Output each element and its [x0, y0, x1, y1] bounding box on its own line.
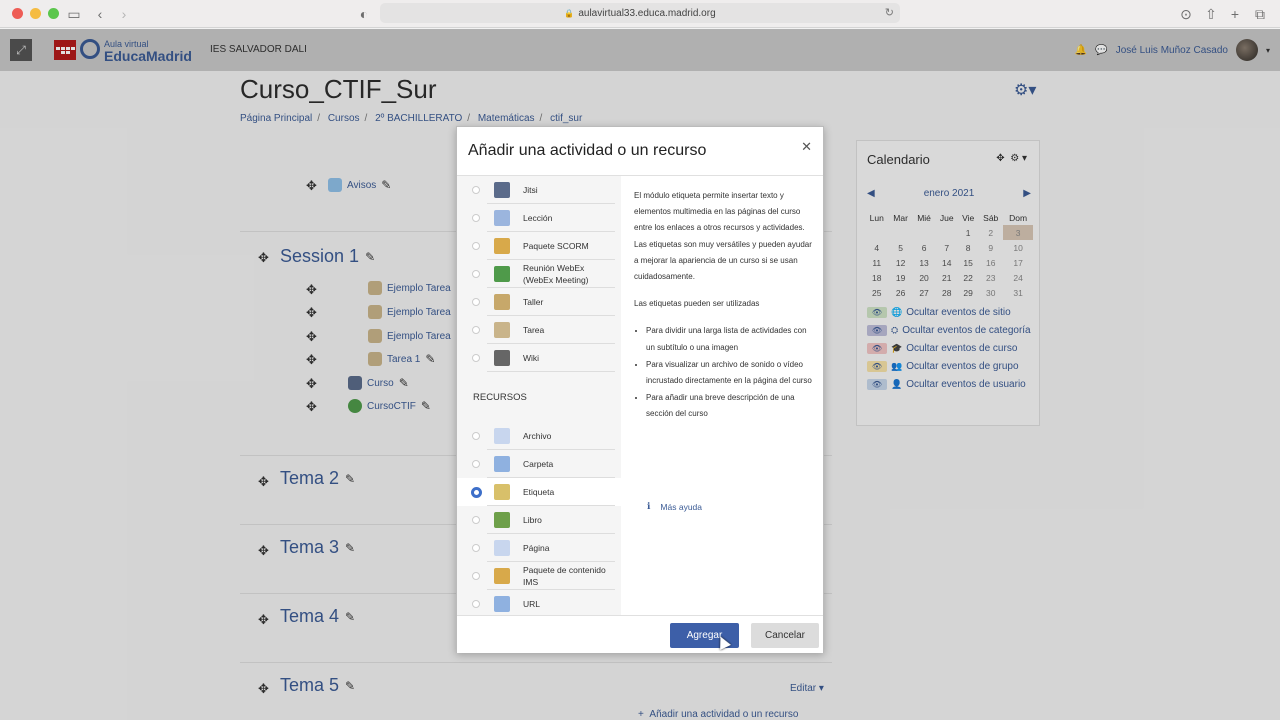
scorm-icon — [494, 238, 510, 254]
module-option-label[interactable]: Lección — [523, 212, 615, 224]
module-option-label[interactable]: Carpeta — [523, 458, 615, 470]
description-text: El módulo etiqueta permite insertar text… — [634, 191, 812, 282]
radio-button[interactable] — [472, 600, 480, 608]
radio-button[interactable] — [472, 298, 480, 306]
radio-button[interactable] — [472, 354, 480, 362]
description-bullet: Para dividir una larga lista de activida… — [646, 323, 814, 355]
module-option-label[interactable]: Archivo — [523, 430, 615, 442]
radio-button[interactable] — [472, 544, 480, 552]
radio-button[interactable] — [472, 460, 480, 468]
workshop-icon — [494, 294, 510, 310]
new-tab-icon[interactable]: + — [1225, 4, 1245, 24]
forward-icon[interactable]: › — [114, 4, 134, 24]
divider — [487, 371, 615, 372]
module-description: El módulo etiqueta permite insertar text… — [634, 188, 814, 433]
book-icon — [494, 512, 510, 528]
module-option-label[interactable]: Taller — [523, 296, 615, 308]
browser-chrome: ▭ ‹ › ◐ 🔒 aulavirtual33.educa.madrid.org… — [0, 0, 1280, 28]
zoom-window-button[interactable] — [48, 8, 59, 19]
lesson-icon — [494, 210, 510, 226]
wiki-icon — [494, 350, 510, 366]
minimize-window-button[interactable] — [30, 8, 41, 19]
downloads-icon[interactable]: ⊙ — [1176, 4, 1196, 24]
module-option[interactable]: Página — [457, 534, 621, 562]
info-icon: ℹ — [647, 501, 651, 511]
address-bar[interactable]: 🔒 aulavirtual33.educa.madrid.org ↻ — [380, 3, 900, 23]
module-chooser-list[interactable]: Jitsi Lección Paquete SCORM Reunión WebEx (… — [457, 176, 621, 616]
folder-icon — [494, 456, 510, 472]
module-option-label[interactable]: Paquete de contenido IMS — [523, 564, 615, 588]
description-text: Las etiquetas pueden ser utilizadas — [634, 299, 760, 309]
back-icon[interactable]: ‹ — [90, 4, 110, 24]
radio-button[interactable] — [472, 572, 480, 580]
module-option[interactable]: Jitsi — [457, 176, 621, 204]
module-option-label[interactable]: Jitsi — [523, 184, 615, 196]
close-icon[interactable]: ✕ — [801, 139, 812, 155]
file-icon — [494, 428, 510, 444]
radio-button[interactable] — [472, 214, 480, 222]
more-help-link[interactable]: ℹ Más ayuda — [647, 501, 702, 512]
radio-button[interactable] — [472, 432, 480, 440]
webex-icon — [494, 266, 510, 282]
module-option[interactable]: Lección — [457, 204, 621, 232]
radio-button[interactable] — [472, 186, 480, 194]
lock-icon: 🔒 — [564, 8, 575, 18]
ims-package-icon — [494, 568, 510, 584]
module-option[interactable]: URL — [457, 590, 621, 616]
radio-button[interactable] — [471, 486, 482, 498]
module-option[interactable]: Etiqueta — [457, 478, 621, 506]
module-option[interactable]: Reunión WebEx (WebEx Meeting) — [457, 260, 621, 288]
label-tag-icon — [494, 484, 510, 500]
modal-body: Jitsi Lección Paquete SCORM Reunión WebEx (… — [457, 175, 823, 616]
description-bullet: Para visualizar un archivo de sonido o v… — [646, 357, 814, 389]
modal-title: Añadir una actividad o un recurso — [468, 142, 707, 159]
module-option-label[interactable]: Etiqueta — [523, 486, 615, 498]
resources-heading: RECURSOS — [473, 392, 527, 403]
add-activity-modal: Añadir una actividad o un recurso ✕ Jits… — [456, 126, 824, 653]
module-option-label[interactable]: Paquete SCORM — [523, 240, 615, 252]
modal-footer: Agregar Cancelar — [457, 615, 823, 653]
module-option-label[interactable]: Reunión WebEx (WebEx Meeting) — [523, 262, 615, 286]
module-option-label[interactable]: URL — [523, 598, 615, 610]
window-controls — [12, 8, 59, 19]
module-option-label[interactable]: Libro — [523, 514, 615, 526]
radio-button[interactable] — [472, 516, 480, 524]
radio-button[interactable] — [472, 326, 480, 334]
assignment-icon — [494, 322, 510, 338]
module-option[interactable]: Taller — [457, 288, 621, 316]
sidebar-toggle-icon[interactable]: ▭ — [64, 4, 84, 24]
url-text: aulavirtual33.educa.madrid.org — [578, 7, 716, 19]
module-option-label[interactable]: Página — [523, 542, 615, 554]
tab-overview-icon[interactable]: ⧉ — [1250, 4, 1270, 24]
module-option[interactable]: Paquete de contenido IMS — [457, 562, 621, 590]
module-option[interactable]: Archivo — [457, 422, 621, 450]
module-option[interactable]: Tarea — [457, 316, 621, 344]
jitsi-icon — [494, 182, 510, 198]
page-icon — [494, 540, 510, 556]
share-icon[interactable]: ⇧ — [1201, 4, 1221, 24]
privacy-shield-icon[interactable]: ◐ — [354, 4, 374, 24]
description-list: Para dividir una larga lista de activida… — [634, 323, 814, 422]
url-icon — [494, 596, 510, 612]
module-option[interactable]: Libro — [457, 506, 621, 534]
module-option-label[interactable]: Tarea — [523, 324, 615, 336]
reload-icon[interactable]: ↻ — [885, 6, 894, 19]
module-option-label[interactable]: Wiki — [523, 352, 615, 364]
close-window-button[interactable] — [12, 8, 23, 19]
radio-button[interactable] — [472, 270, 480, 278]
radio-button[interactable] — [472, 242, 480, 250]
cancel-button[interactable]: Cancelar — [751, 623, 819, 648]
module-option[interactable]: Carpeta — [457, 450, 621, 478]
module-option[interactable]: Wiki — [457, 344, 621, 372]
module-option[interactable]: Paquete SCORM — [457, 232, 621, 260]
description-bullet: Para añadir una breve descripción de una… — [646, 390, 814, 422]
